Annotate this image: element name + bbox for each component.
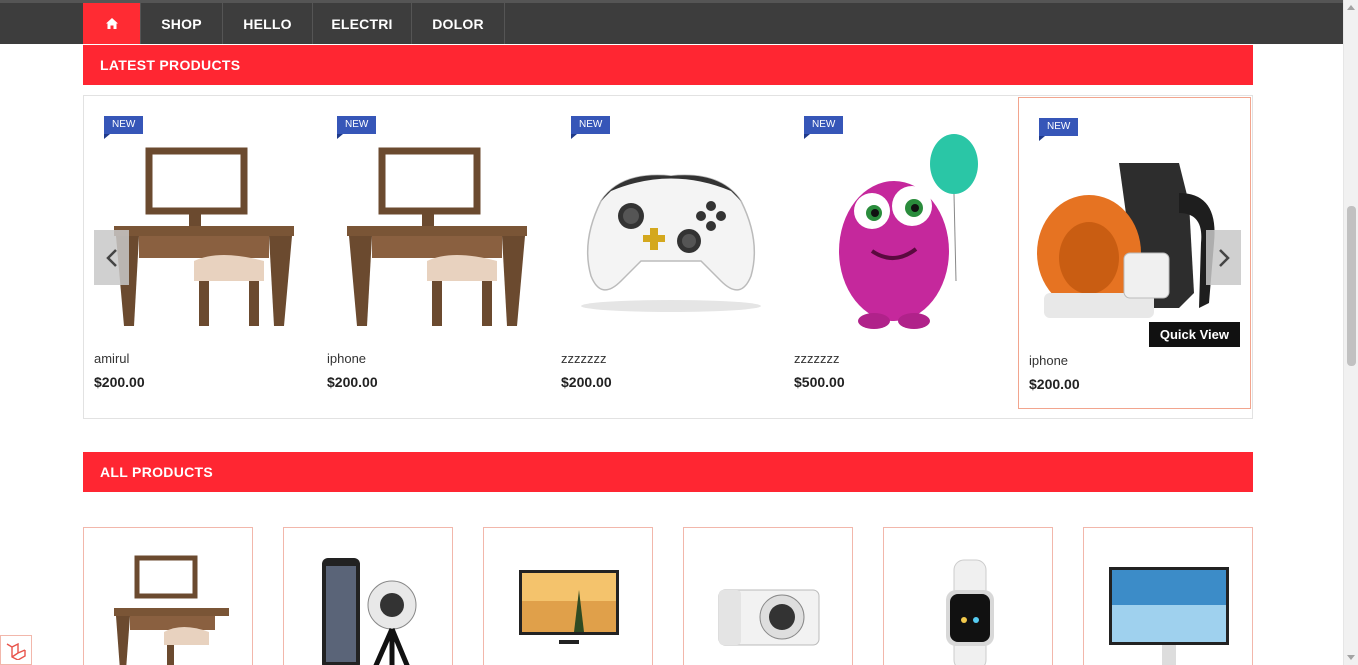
vertical-scrollbar[interactable]: [1343, 0, 1358, 665]
product-price: $200.00: [1029, 376, 1080, 392]
dressing-table-image: [347, 147, 527, 326]
product-card[interactable]: [83, 527, 253, 665]
product-card[interactable]: [483, 527, 653, 665]
latest-products-title: LATEST PRODUCTS: [100, 57, 241, 73]
nav-item-electri[interactable]: ELECTRI: [313, 3, 412, 44]
product-name[interactable]: zzzzzzz: [794, 351, 840, 366]
home-icon: [105, 18, 118, 29]
top-navbar: SHOP HELLO ELECTRI DOLOR: [0, 0, 1343, 44]
product-price: $200.00: [94, 374, 145, 390]
product-name[interactable]: iphone: [1029, 353, 1068, 368]
carousel-next-button[interactable]: [1206, 230, 1241, 285]
all-products-header: ALL PRODUCTS: [83, 452, 1253, 492]
monitor-image: [1109, 567, 1229, 665]
product-card[interactable]: NEW iphone $200.00: [317, 96, 550, 410]
dressing-table-image: [114, 555, 229, 665]
product-price: $200.00: [327, 374, 378, 390]
pink-monster-toy-image: [839, 134, 978, 329]
corner-logo[interactable]: [0, 635, 32, 665]
product-name[interactable]: zzzzzzz: [561, 351, 607, 366]
chevron-left-icon: [105, 248, 117, 267]
nav-item-dolor[interactable]: DOLOR: [412, 3, 505, 44]
latest-products-header: LATEST PRODUCTS: [83, 45, 1253, 85]
scroll-up-icon[interactable]: [1347, 5, 1355, 10]
laravel-logo-icon: [6, 642, 26, 660]
product-card[interactable]: [1083, 527, 1253, 665]
nav-item-shop[interactable]: SHOP: [141, 3, 223, 44]
nav-item-hello[interactable]: HELLO: [223, 3, 313, 44]
nav-home[interactable]: [83, 3, 141, 44]
game-controller-image: [581, 174, 761, 312]
nav-menu: SHOP HELLO ELECTRI DOLOR: [83, 3, 505, 44]
phone-360-camera-image: [322, 558, 417, 665]
product-card[interactable]: [683, 527, 853, 665]
product-name[interactable]: amirul: [94, 351, 129, 366]
carousel-prev-button[interactable]: [94, 230, 129, 285]
product-price: $200.00: [561, 374, 612, 390]
product-card[interactable]: NEW zzzzzzz $200.00: [551, 96, 784, 410]
scroll-down-icon[interactable]: [1347, 655, 1355, 660]
latest-products-carousel: NEW amirul $200.00 NEW iphone $200.00 NE…: [83, 95, 1253, 419]
all-products-title: ALL PRODUCTS: [100, 464, 214, 480]
chevron-right-icon: [1218, 248, 1230, 267]
quick-view-button[interactable]: Quick View: [1148, 322, 1240, 347]
product-price: $500.00: [794, 374, 845, 390]
camera-image: [718, 589, 820, 646]
tv-image: [519, 570, 619, 644]
product-card[interactable]: [883, 527, 1053, 665]
product-name[interactable]: iphone: [327, 351, 366, 366]
scrollbar-thumb[interactable]: [1347, 206, 1356, 366]
product-card[interactable]: [283, 527, 453, 665]
smartwatch-image: [946, 559, 994, 665]
product-card[interactable]: NEW zzzzzzz $500.00: [784, 96, 1017, 410]
